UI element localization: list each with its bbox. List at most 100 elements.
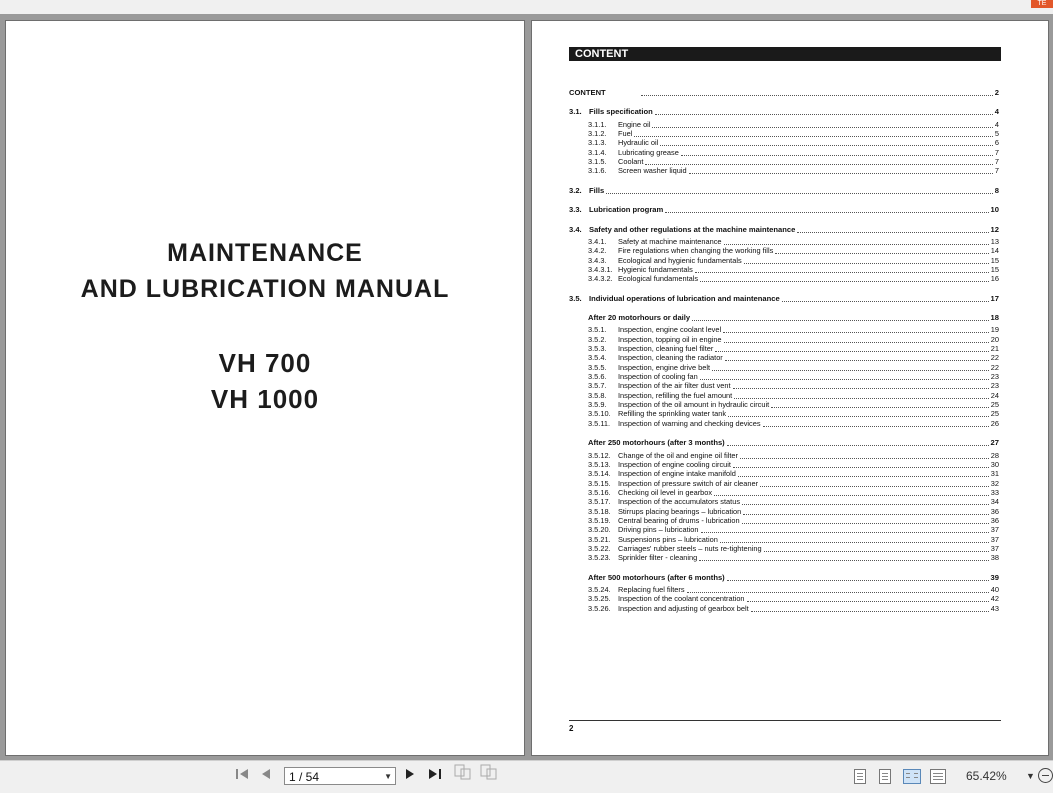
toc-entry-title: Inspection of warning and checking devic… [618, 418, 761, 428]
toc-entry[interactable]: 3.5.26. Inspection and adjusting of gearb… [588, 604, 999, 614]
previous-view-icon[interactable] [454, 761, 472, 791]
toc-entry-page: 27 [990, 438, 999, 448]
toc-entry-page: 7 [994, 166, 999, 176]
toc-entry[interactable]: 3.1.6. Screen washer liquid 7 [588, 166, 999, 176]
toc-leader-dots [692, 319, 989, 321]
previous-page-icon[interactable] [259, 761, 273, 791]
toc-entry[interactable]: 3.5.11. Inspection of warning and checkin… [588, 419, 999, 429]
toc-leader-dots [654, 114, 993, 116]
toc-leader-dots [699, 379, 989, 381]
toc-leader-dots [746, 601, 989, 603]
toc-leader-dots [641, 95, 993, 96]
toc-entry-page: 26 [990, 418, 999, 428]
toc-entry-page: 16 [990, 274, 999, 284]
toc-leader-dots [732, 388, 989, 390]
toc-leader-dots [739, 457, 989, 459]
toc-entry-number: 3.5.23. [588, 553, 611, 563]
toc-entry-title: Sprinkler filter - cleaning [618, 553, 698, 563]
toc-entry-title: Fills specification [589, 107, 653, 117]
toc-entry-title: After 20 motorhours or daily [588, 312, 691, 322]
toc-entry[interactable]: 3.3. Lubrication program 10 [569, 205, 999, 215]
toc-leader-dots [775, 253, 989, 255]
toc-entry-page: 38 [990, 553, 999, 563]
toc-entry-page: 43 [990, 603, 999, 613]
toc-leader-dots [743, 513, 989, 515]
toc-entry[interactable]: 3.5. Individual operations of lubrication… [569, 294, 999, 304]
cover-title-line1: MAINTENANCE [167, 239, 363, 267]
toc-leader-dots [723, 332, 989, 334]
document-viewer[interactable]: MAINTENANCE AND LUBRICATION MANUAL VH 70… [0, 14, 1053, 760]
toc-entry[interactable]: 3.4.3.2. Ecological fundamentals 16 [588, 274, 999, 284]
toc-leader-dots [665, 212, 989, 214]
navigation-toolbar: 1 / 54 ▼ 65.42% ▼ [0, 760, 1053, 793]
toc-entry-title: After 250 motorhours (after 3 months) [588, 438, 725, 448]
toc-entry-number: 3.2. [569, 185, 582, 195]
toc-leader-dots [762, 425, 989, 427]
toc-entry-number: 3.4.3.2. [588, 274, 613, 284]
toc-leader-dots [606, 192, 993, 194]
toc-entry-title: Ecological fundamentals [618, 274, 699, 284]
toc-leader-dots [652, 126, 993, 128]
toc-entry-number: 3.1.6. [588, 166, 607, 176]
pdf-page-cover: MAINTENANCE AND LUBRICATION MANUAL VH 70… [5, 20, 525, 756]
next-page-icon[interactable] [403, 761, 417, 791]
toc-leader-dots [660, 145, 993, 147]
pdf-page-contents: CONTENT CONTENT 2 3.1. Fills specification 4… [531, 20, 1049, 756]
toc-leader-dots [726, 445, 989, 447]
toc-leader-dots [781, 300, 989, 302]
top-toolbar: TE [0, 0, 1053, 15]
toc-entry[interactable]: 3.5.23. Sprinkler filter - cleaning 38 [588, 553, 999, 563]
single-page-view-icon[interactable] [854, 769, 866, 784]
toc-entry-title: Individual operations of lubrication and… [589, 293, 780, 303]
toc-leader-dots [743, 262, 989, 264]
zoom-level[interactable]: 65.42% [966, 761, 1007, 791]
toc-entry-page: 39 [990, 572, 999, 582]
toc-entry[interactable]: After 500 motorhours (after 6 months) 39 [588, 573, 999, 583]
toc-entry[interactable]: 3.1. Fills specification 4 [569, 107, 999, 117]
toc-leader-dots [723, 243, 989, 245]
content-header: CONTENT [569, 47, 1001, 61]
cover-title-line2: AND LUBRICATION MANUAL [80, 275, 450, 303]
toc-entry-number: 3.5.11. [588, 418, 611, 428]
toc-leader-dots [680, 154, 993, 156]
toc-entry-number: 3.5. [569, 293, 582, 303]
toc-leader-dots [700, 281, 989, 283]
toc-entry-page: 4 [994, 107, 999, 117]
toc-entry[interactable]: After 250 motorhours (after 3 months) 27 [588, 438, 999, 448]
toc-entry-title: CONTENT [569, 88, 606, 97]
toc-leader-dots [726, 579, 989, 581]
toc-entry[interactable]: 3.4. Safety and other regulations at the … [569, 225, 999, 235]
toc-leader-dots [797, 231, 989, 233]
toc-entry-page: 18 [990, 312, 999, 322]
toc-leader-dots [724, 360, 989, 362]
toc-leader-dots [741, 522, 989, 524]
toc-leader-dots [728, 416, 989, 418]
toc-entry-title: Safety and other regulations at the mach… [589, 224, 796, 234]
toc-entry-title: Inspection and adjusting of gearbox belt [618, 603, 749, 613]
toc-leader-dots [645, 164, 993, 166]
toc-entry-page: 12 [990, 224, 999, 234]
zoom-out-icon[interactable] [1038, 768, 1053, 783]
page-number-select[interactable]: 1 / 54 ▼ [284, 767, 396, 785]
cover-model-1: VH 700 [218, 348, 312, 378]
zoom-dropdown-icon[interactable]: ▼ [1026, 761, 1035, 791]
facing-pages-view-icon[interactable] [903, 769, 921, 784]
toc-leader-dots [712, 369, 989, 371]
last-page-icon[interactable] [427, 761, 443, 791]
toc-leader-dots [763, 551, 989, 552]
corner-tab[interactable]: TE [1031, 0, 1053, 8]
first-page-icon[interactable] [234, 761, 250, 791]
toc-entry-number: 3.4. [569, 224, 582, 234]
toc-entry[interactable]: After 20 motorhours or daily 18 [588, 313, 999, 323]
toc-entry-title: Lubrication program [589, 205, 664, 215]
toc-entry[interactable]: CONTENT 2 [569, 88, 999, 98]
continuous-view-icon[interactable] [879, 769, 891, 784]
toc-leader-dots [699, 560, 989, 562]
toc-leader-dots [719, 541, 989, 543]
toc-entry[interactable]: 3.2. Fills 8 [569, 186, 999, 196]
next-view-icon[interactable] [480, 761, 498, 791]
toc-entry-title: Screen washer liquid [618, 166, 687, 176]
toc-leader-dots [700, 532, 989, 534]
page-indicator: 1 / 54 [289, 770, 320, 784]
continuous-facing-view-icon[interactable] [930, 769, 946, 784]
